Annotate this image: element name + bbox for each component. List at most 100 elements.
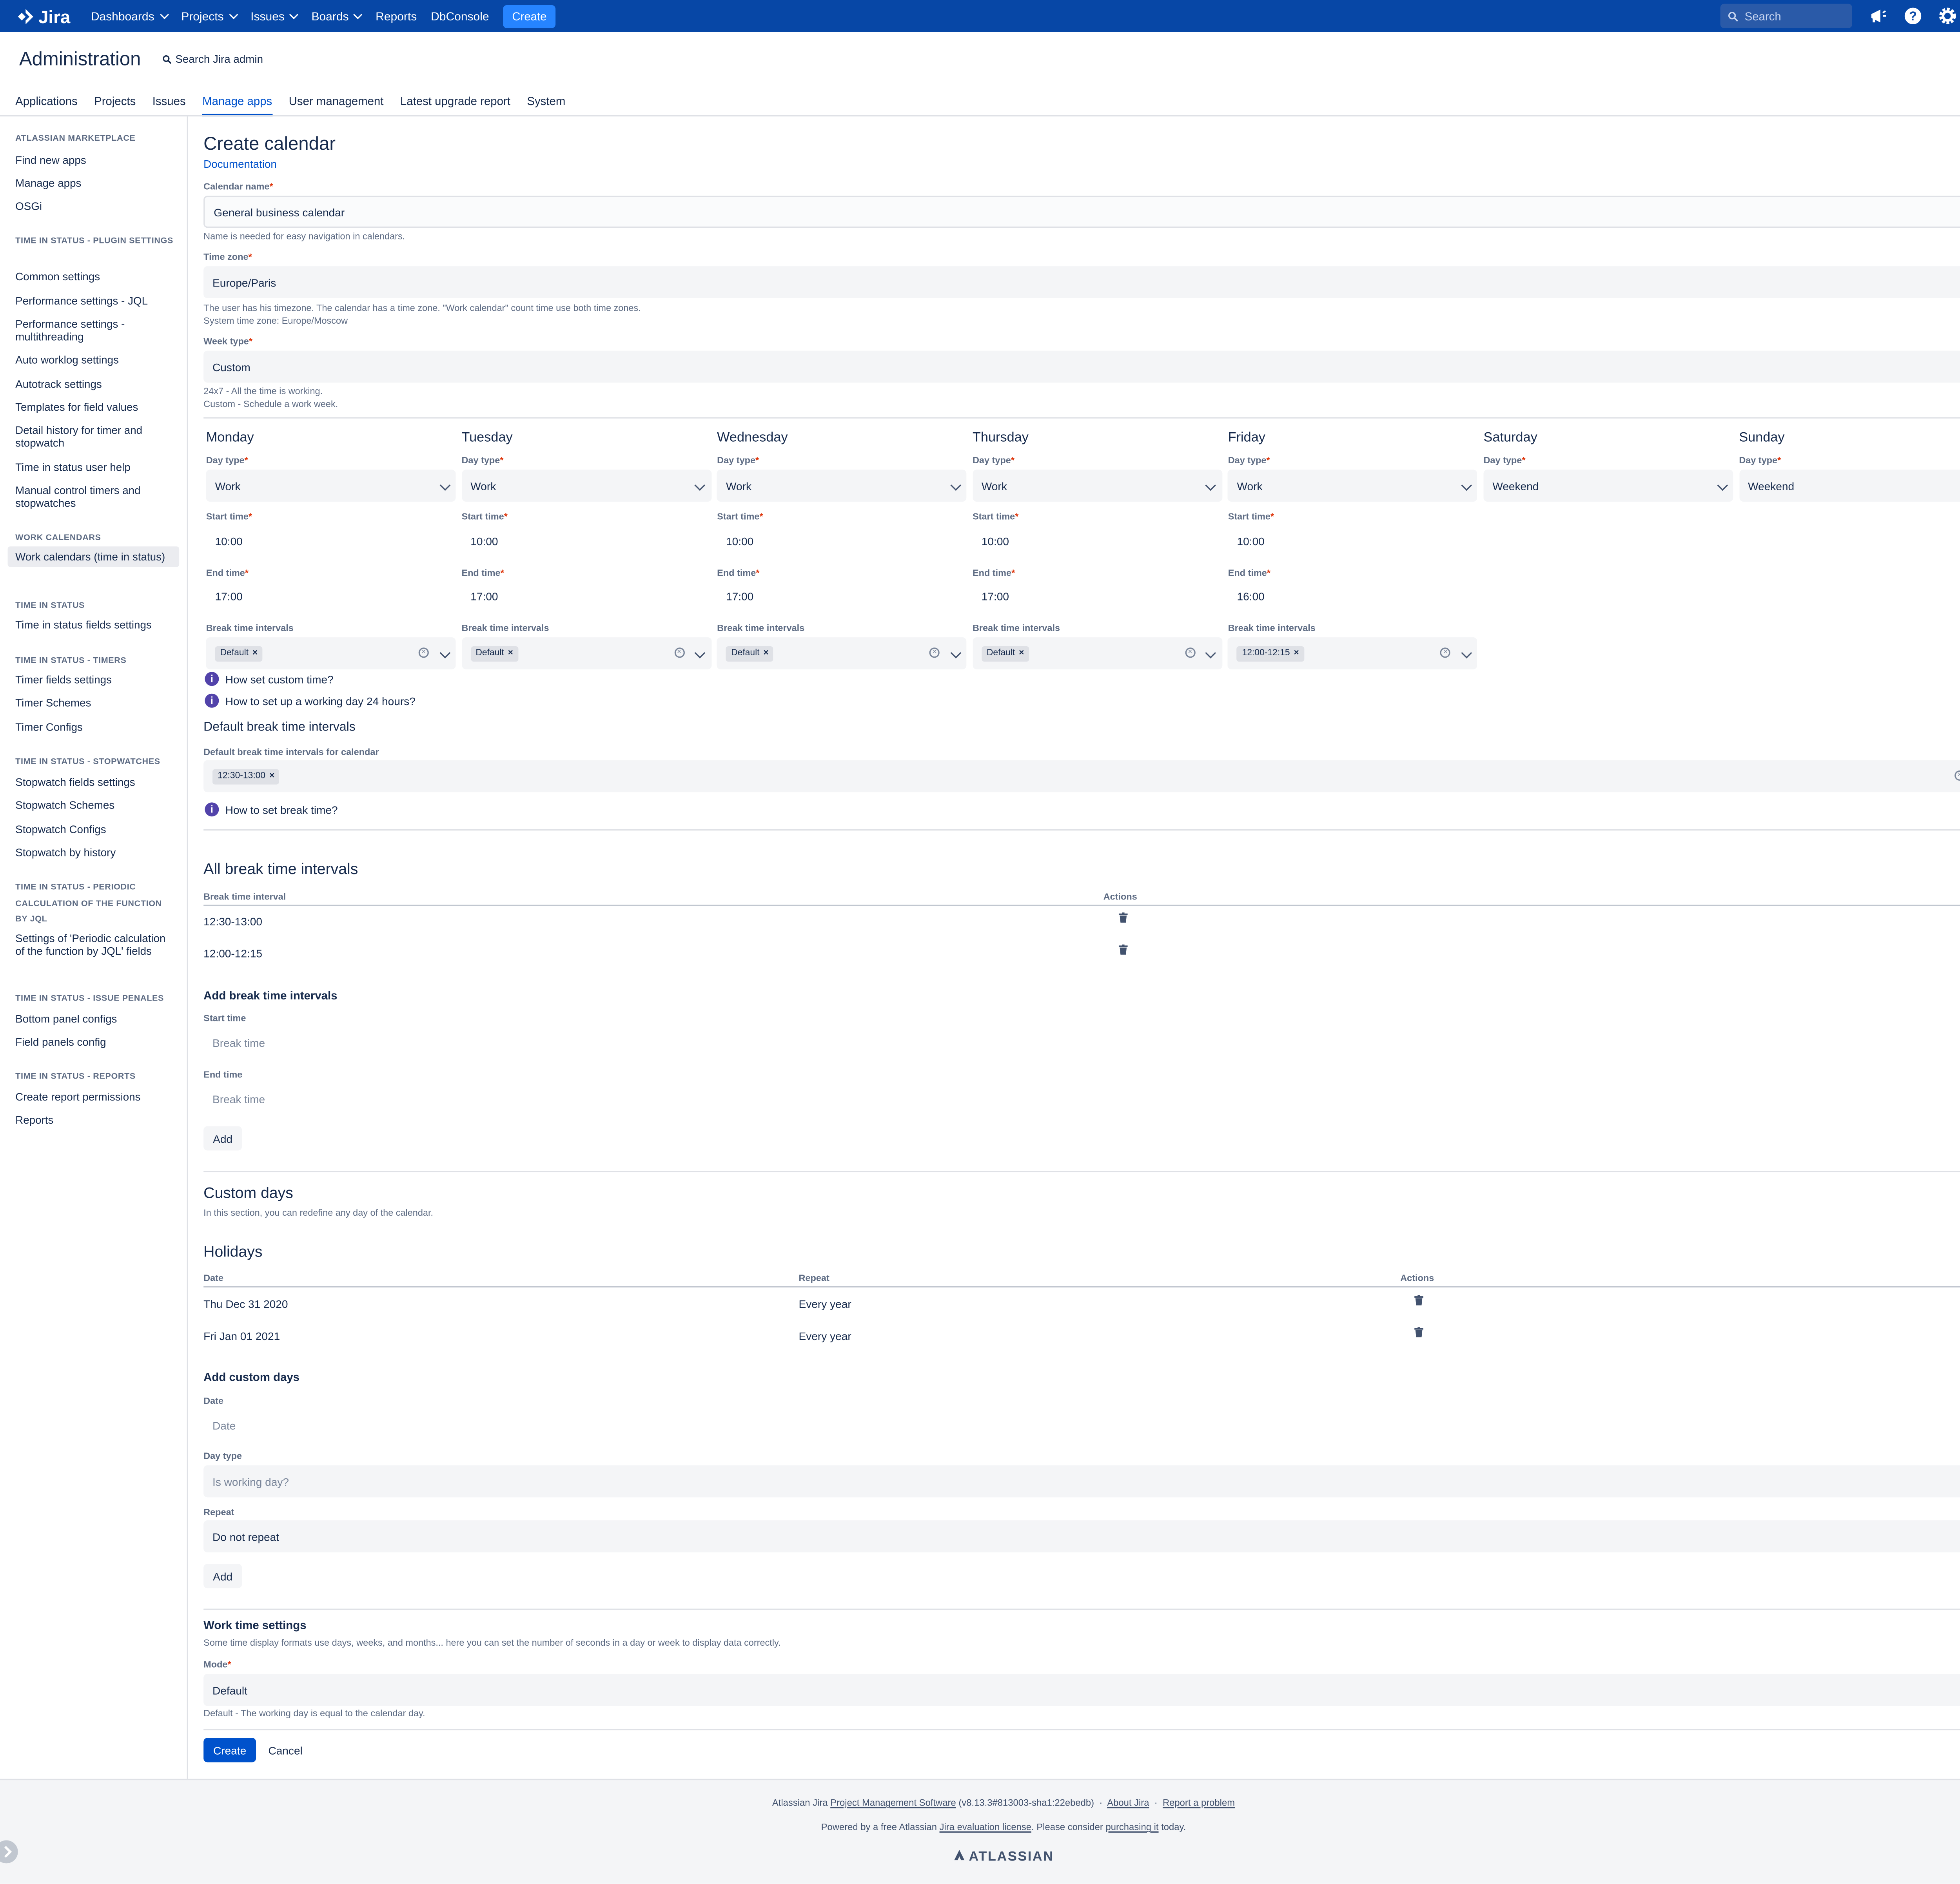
report-problem-link[interactable]: Report a problem xyxy=(1163,1797,1235,1808)
time-zone-select[interactable]: Europe/Paris xyxy=(203,266,1960,298)
calendar-name-input[interactable]: General business calendar xyxy=(203,196,1960,228)
sidebar-item[interactable]: Performance settings - JQL xyxy=(15,294,174,307)
sidebar-item[interactable]: Timer fields settings xyxy=(15,673,174,686)
tab-projects[interactable]: Projects xyxy=(94,90,136,117)
remove-chip-icon[interactable]: × xyxy=(1019,649,1024,658)
remove-chip-icon[interactable]: × xyxy=(1294,649,1299,658)
add-custom-day-button[interactable]: Add xyxy=(203,1564,242,1588)
sidebar-item[interactable]: Bottom panel configs xyxy=(15,1012,174,1025)
sidebar-item[interactable]: Create report permissions xyxy=(15,1090,174,1103)
tab-applications[interactable]: Applications xyxy=(15,90,77,117)
clear-icon[interactable]: × xyxy=(929,647,940,658)
mode-select[interactable]: Default xyxy=(203,1674,1960,1706)
start-time-input[interactable]: 10:00 xyxy=(461,527,711,555)
help-custom-time-link[interactable]: i How set custom time? xyxy=(205,672,334,686)
sidebar-item[interactable]: Stopwatch by history xyxy=(15,846,174,859)
sidebar-item[interactable]: Find new apps xyxy=(15,154,174,167)
custom-date-input[interactable]: Date xyxy=(203,1412,511,1440)
megaphone-icon[interactable] xyxy=(1867,5,1889,27)
tab-manage-apps[interactable]: Manage apps xyxy=(202,90,272,117)
sidebar-item[interactable]: Work calendars (time in status) xyxy=(7,546,180,567)
end-time-input[interactable]: 17:00 xyxy=(461,582,711,611)
end-time-input[interactable]: 17:00 xyxy=(717,582,967,611)
clear-icon[interactable]: × xyxy=(1185,647,1196,658)
sidebar-item[interactable]: Reports xyxy=(15,1113,174,1126)
documentation-link[interactable]: Documentation xyxy=(203,158,277,170)
day-type-select[interactable]: Weekend xyxy=(1739,470,1960,502)
tab-system[interactable]: System xyxy=(527,90,565,117)
clear-icon[interactable]: × xyxy=(674,647,684,658)
sidebar-item[interactable]: Common settings xyxy=(15,270,174,283)
sidebar-item[interactable]: Timer Configs xyxy=(15,720,174,733)
sidebar-item[interactable]: Auto worklog settings xyxy=(15,353,174,366)
jira-logo[interactable]: Jira xyxy=(16,6,70,27)
break-intervals-select[interactable]: Default × × xyxy=(206,637,456,669)
create-button[interactable]: Create xyxy=(203,1738,256,1763)
break-intervals-select[interactable]: Default × × xyxy=(972,637,1222,669)
custom-repeat-select[interactable]: Do not repeat xyxy=(203,1520,1960,1552)
end-time-input[interactable]: 16:00 xyxy=(1228,582,1478,611)
break-intervals-select[interactable]: 12:00-12:15 × × xyxy=(1228,637,1478,669)
custom-day-type-select[interactable]: Is working day? xyxy=(203,1465,1960,1498)
help-24h-link[interactable]: i How to set up a working day 24 hours? xyxy=(205,693,416,708)
evaluation-license-link[interactable]: Jira evaluation license xyxy=(940,1821,1031,1833)
break-end-input[interactable]: Break time xyxy=(203,1085,511,1113)
footer-product-link[interactable]: Project Management Software xyxy=(830,1797,956,1808)
sidebar-item[interactable]: Manage apps xyxy=(15,177,174,190)
global-search-input[interactable]: Search xyxy=(1720,4,1852,28)
end-time-input[interactable]: 17:00 xyxy=(973,582,1222,611)
nav-item-projects[interactable]: Projects xyxy=(181,9,238,22)
help-break-time-link[interactable]: i How to set break time? xyxy=(205,802,338,817)
delete-icon[interactable] xyxy=(1414,1326,1424,1337)
sidebar-item[interactable]: Stopwatch Schemes xyxy=(15,799,174,812)
sidebar-item[interactable]: Templates for field values xyxy=(15,401,174,413)
end-time-input[interactable]: 17:00 xyxy=(206,582,456,611)
settings-icon[interactable] xyxy=(1936,5,1958,27)
clear-icon[interactable]: × xyxy=(1440,647,1451,658)
add-break-button[interactable]: Add xyxy=(203,1126,242,1151)
delete-icon[interactable] xyxy=(1414,1295,1424,1306)
tab-latest-upgrade-report[interactable]: Latest upgrade report xyxy=(400,90,510,117)
purchase-link[interactable]: purchasing it xyxy=(1105,1821,1158,1833)
sidebar-item[interactable]: Time in status user help xyxy=(15,461,174,474)
sidebar-item[interactable]: Stopwatch Configs xyxy=(15,823,174,836)
sidebar-item[interactable]: Manual control timers and stopwatches xyxy=(15,484,174,509)
sidebar-item[interactable]: Detail history for timer and stopwatch xyxy=(15,424,174,449)
tab-user-management[interactable]: User management xyxy=(289,90,384,117)
nav-item-issues[interactable]: Issues xyxy=(250,9,299,22)
start-time-input[interactable]: 10:00 xyxy=(1228,527,1478,555)
week-type-select[interactable]: Custom xyxy=(203,350,1960,383)
clear-icon[interactable]: × xyxy=(418,647,429,658)
day-type-select[interactable]: Work xyxy=(206,470,456,502)
remove-chip-icon[interactable]: × xyxy=(252,649,258,658)
nav-item-dashboards[interactable]: Dashboards xyxy=(91,9,169,22)
day-type-select[interactable]: Work xyxy=(717,470,967,502)
help-icon[interactable]: ? xyxy=(1902,5,1924,27)
sidebar-collapse-button[interactable] xyxy=(0,1840,18,1864)
start-time-input[interactable]: 10:00 xyxy=(206,527,456,555)
day-type-select[interactable]: Work xyxy=(1228,470,1478,502)
sidebar-item[interactable]: Timer Schemes xyxy=(15,696,174,709)
day-type-select[interactable]: Work xyxy=(461,470,711,502)
day-type-select[interactable]: Work xyxy=(972,470,1222,502)
about-jira-link[interactable]: About Jira xyxy=(1107,1797,1149,1808)
sidebar-item[interactable]: OSGi xyxy=(15,199,174,212)
sidebar-item[interactable]: Field panels config xyxy=(15,1035,174,1048)
remove-chip-icon[interactable]: × xyxy=(269,772,274,781)
remove-chip-icon[interactable]: × xyxy=(763,649,768,658)
default-breaks-select[interactable]: 12:30-13:00× × xyxy=(203,760,1960,792)
nav-item-boards[interactable]: Boards xyxy=(311,9,363,22)
sidebar-item[interactable]: Stopwatch fields settings xyxy=(15,776,174,789)
sidebar-item[interactable]: Autotrack settings xyxy=(15,377,174,390)
delete-icon[interactable] xyxy=(1118,944,1128,954)
sidebar-item[interactable]: Performance settings - multithreading xyxy=(15,317,174,343)
start-time-input[interactable]: 10:00 xyxy=(973,527,1222,555)
admin-search-link[interactable]: Search Jira admin xyxy=(163,53,263,65)
delete-icon[interactable] xyxy=(1118,912,1128,923)
cancel-button[interactable]: Cancel xyxy=(262,1738,309,1762)
break-intervals-select[interactable]: Default × × xyxy=(717,637,967,669)
remove-chip-icon[interactable]: × xyxy=(508,649,513,658)
clear-icon[interactable]: × xyxy=(1955,770,1960,781)
sidebar-item[interactable]: Time in status fields settings xyxy=(15,618,174,631)
break-intervals-select[interactable]: Default × × xyxy=(461,637,711,669)
